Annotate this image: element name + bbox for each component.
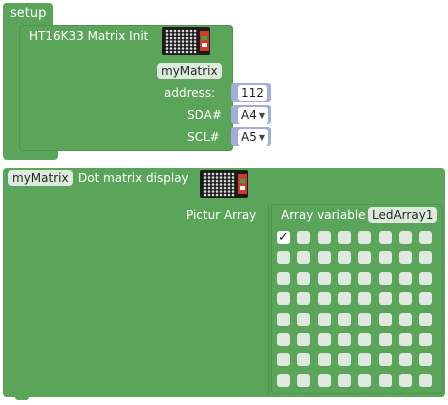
- led-cell[interactable]: [379, 292, 392, 305]
- led-cell[interactable]: [358, 251, 371, 264]
- led-cell[interactable]: [318, 333, 331, 346]
- sda-label: SDA#: [187, 108, 222, 122]
- led-cell[interactable]: [318, 272, 331, 285]
- led-cell[interactable]: [297, 292, 310, 305]
- led-cell[interactable]: [419, 231, 432, 244]
- led-cell[interactable]: [399, 353, 412, 366]
- led-cell[interactable]: [379, 353, 392, 366]
- led-cell[interactable]: [277, 374, 290, 387]
- led-cell[interactable]: [277, 292, 290, 305]
- led-cell[interactable]: [419, 353, 432, 366]
- led-cell[interactable]: [358, 231, 371, 244]
- led-matrix-board-icon: [162, 27, 210, 55]
- led-cell[interactable]: [399, 272, 412, 285]
- scl-dropdown-value: A5: [241, 130, 257, 144]
- led-cell[interactable]: [338, 292, 351, 305]
- checkmark-icon: ✓: [278, 230, 289, 245]
- led-cell[interactable]: [379, 251, 392, 264]
- led-cell[interactable]: [297, 251, 310, 264]
- sda-dropdown-value: A4: [241, 108, 257, 122]
- led-cell[interactable]: [358, 313, 371, 326]
- led-cell[interactable]: [358, 292, 371, 305]
- led-cell[interactable]: [379, 313, 392, 326]
- led-cell[interactable]: [297, 272, 310, 285]
- led-cell[interactable]: [338, 231, 351, 244]
- led-grid: ✓: [277, 231, 441, 391]
- led-cell[interactable]: [318, 292, 331, 305]
- led-cell[interactable]: [379, 272, 392, 285]
- picture-array-label: Pictur Array: [186, 208, 257, 222]
- led-cell[interactable]: [318, 353, 331, 366]
- led-cell[interactable]: [358, 333, 371, 346]
- led-cell[interactable]: [277, 353, 290, 366]
- address-label: address:: [164, 86, 216, 100]
- led-cell[interactable]: [358, 353, 371, 366]
- display-instance-name-field[interactable]: myMatrix: [8, 170, 73, 186]
- led-matrix-board-icon: [200, 170, 248, 198]
- led-cell[interactable]: [277, 313, 290, 326]
- display-block-bottom-tab: [15, 395, 29, 400]
- init-instance-name-field[interactable]: myMatrix: [157, 63, 222, 79]
- array-variable-label: Array variable: [281, 208, 366, 222]
- input-notch-edge: [268, 204, 269, 394]
- led-cell[interactable]: [399, 292, 412, 305]
- led-cell[interactable]: [419, 374, 432, 387]
- led-cell[interactable]: [297, 374, 310, 387]
- scl-label: SCL#: [187, 130, 220, 144]
- led-cell[interactable]: [318, 251, 331, 264]
- ht16k33-init-title: HT16K33 Matrix Init: [29, 29, 149, 43]
- dropdown-arrow-icon: ▼: [258, 133, 265, 142]
- led-cell[interactable]: [338, 353, 351, 366]
- led-cell[interactable]: [419, 251, 432, 264]
- led-cell[interactable]: [318, 374, 331, 387]
- led-cell[interactable]: [379, 231, 392, 244]
- led-cell[interactable]: [297, 313, 310, 326]
- led-cell[interactable]: [399, 333, 412, 346]
- led-cell[interactable]: [277, 333, 290, 346]
- setup-block-label: setup: [10, 6, 47, 21]
- led-cell[interactable]: [318, 231, 331, 244]
- led-cell[interactable]: [379, 374, 392, 387]
- scl-dropdown[interactable]: A5 ▼: [238, 129, 268, 146]
- led-cell[interactable]: [338, 251, 351, 264]
- led-cell[interactable]: [419, 272, 432, 285]
- led-cell[interactable]: [419, 313, 432, 326]
- led-cell[interactable]: ✓: [277, 231, 290, 244]
- led-cell[interactable]: [419, 333, 432, 346]
- led-cell[interactable]: [277, 272, 290, 285]
- address-input[interactable]: 112: [238, 85, 267, 101]
- sda-dropdown[interactable]: A4 ▼: [238, 107, 268, 124]
- led-cell[interactable]: [358, 272, 371, 285]
- led-cell[interactable]: [338, 313, 351, 326]
- led-cell[interactable]: [277, 251, 290, 264]
- led-cell[interactable]: [399, 374, 412, 387]
- led-cell[interactable]: [399, 251, 412, 264]
- array-name-field[interactable]: LedArray1: [368, 207, 438, 223]
- led-cell[interactable]: [318, 313, 331, 326]
- display-block-title: Dot matrix display: [78, 171, 189, 185]
- led-cell[interactable]: [399, 313, 412, 326]
- led-cell[interactable]: [297, 333, 310, 346]
- led-cell[interactable]: [419, 292, 432, 305]
- led-cell[interactable]: [358, 374, 371, 387]
- led-cell[interactable]: [399, 231, 412, 244]
- led-cell[interactable]: [338, 374, 351, 387]
- led-cell[interactable]: [297, 353, 310, 366]
- led-cell[interactable]: [338, 333, 351, 346]
- led-cell[interactable]: [297, 231, 310, 244]
- led-cell[interactable]: [338, 272, 351, 285]
- led-cell[interactable]: [379, 333, 392, 346]
- dropdown-arrow-icon: ▼: [258, 111, 265, 120]
